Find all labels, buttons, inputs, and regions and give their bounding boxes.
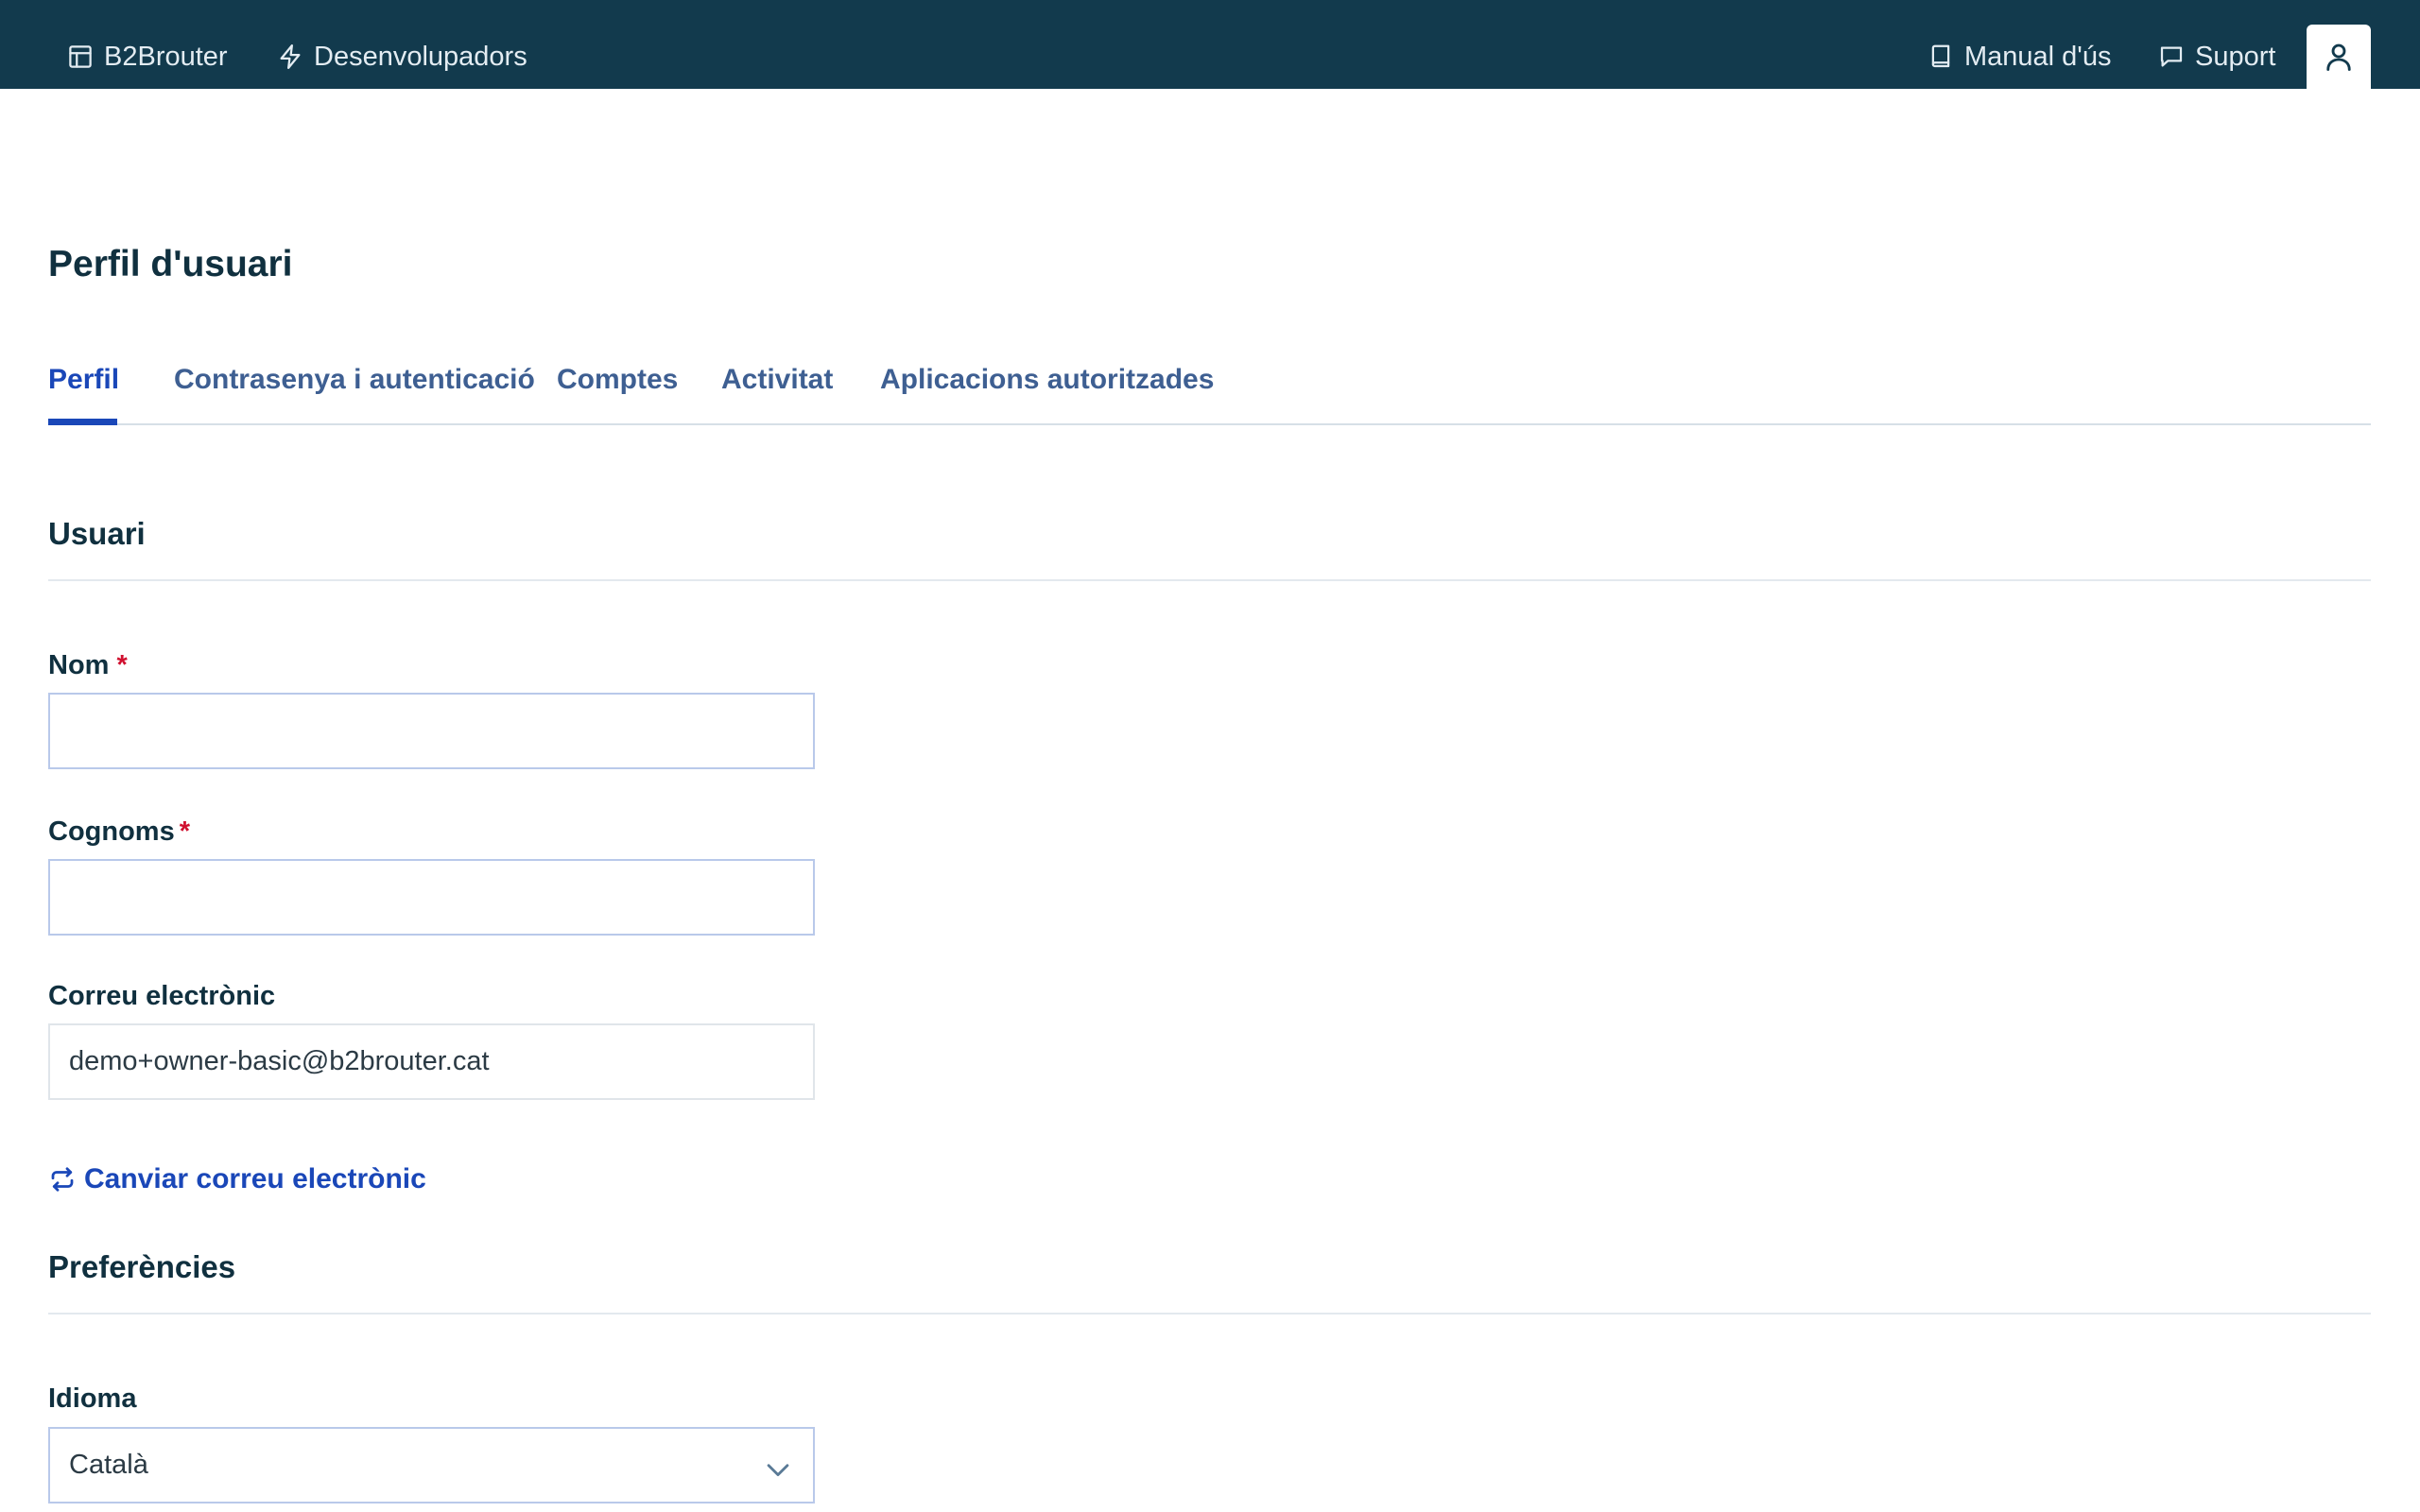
email-input — [48, 1023, 815, 1100]
surname-label-text: Cognoms — [48, 816, 175, 847]
nav-developers-link[interactable]: Desenvolupadors — [276, 38, 527, 76]
user-menu-button[interactable] — [2307, 25, 2371, 89]
nav-b2brouter-link[interactable]: B2Brouter — [66, 38, 228, 76]
nav-support-label: Suport — [2195, 41, 2276, 72]
layout-icon — [69, 45, 92, 68]
nav-manual-label: Manual d'ús — [1964, 41, 2112, 72]
change-email-link[interactable]: Canviar correu electrònic — [48, 1160, 426, 1198]
surname-input[interactable] — [48, 859, 815, 936]
language-label: Idioma — [48, 1383, 137, 1414]
name-label-text: Nom — [48, 650, 110, 680]
top-navigation-bar: B2Brouter Desenvolupadors Manual d'ús Su… — [0, 0, 2420, 89]
user-icon — [2326, 43, 2351, 71]
chevron-down-icon — [767, 1463, 789, 1476]
preferences-section-divider — [48, 1313, 2371, 1314]
name-input[interactable] — [48, 693, 815, 769]
language-select[interactable]: Català — [48, 1427, 815, 1503]
required-asterisk: * — [116, 650, 128, 680]
nav-manual-link[interactable]: Manual d'ús — [1927, 38, 2111, 76]
refresh-arrows-icon — [51, 1167, 74, 1192]
chat-bubble-icon — [2160, 46, 2183, 67]
tab-password-authentication[interactable]: Contrasenya i autenticació — [174, 364, 535, 396]
active-tab-indicator — [48, 419, 117, 425]
surname-label: Cognoms * — [48, 816, 190, 848]
user-section-title: Usuari — [48, 516, 146, 551]
preferences-section-title: Preferències — [48, 1249, 236, 1284]
nav-developers-label: Desenvolupadors — [314, 41, 527, 72]
user-section-divider — [48, 579, 2371, 581]
required-asterisk: * — [179, 816, 191, 847]
tab-accounts[interactable]: Comptes — [557, 364, 678, 396]
language-selected-value: Català — [69, 1450, 148, 1480]
nav-b2brouter-label: B2Brouter — [104, 41, 228, 72]
change-email-label: Canviar correu electrònic — [84, 1163, 426, 1194]
page-title: Perfil d'usuari — [48, 244, 293, 284]
profile-tabs: Perfil Contrasenya i autenticació Compte… — [48, 354, 2371, 425]
name-label: Nom * — [48, 650, 128, 681]
tab-authorized-apps[interactable]: Aplicacions autoritzades — [880, 364, 1214, 396]
nav-support-link[interactable]: Suport — [2157, 38, 2275, 76]
lightning-icon — [280, 44, 301, 69]
email-label: Correu electrònic — [48, 981, 276, 1011]
tab-activity[interactable]: Activitat — [721, 364, 833, 396]
book-icon — [1931, 44, 1950, 68]
tab-profile[interactable]: Perfil — [48, 364, 119, 396]
